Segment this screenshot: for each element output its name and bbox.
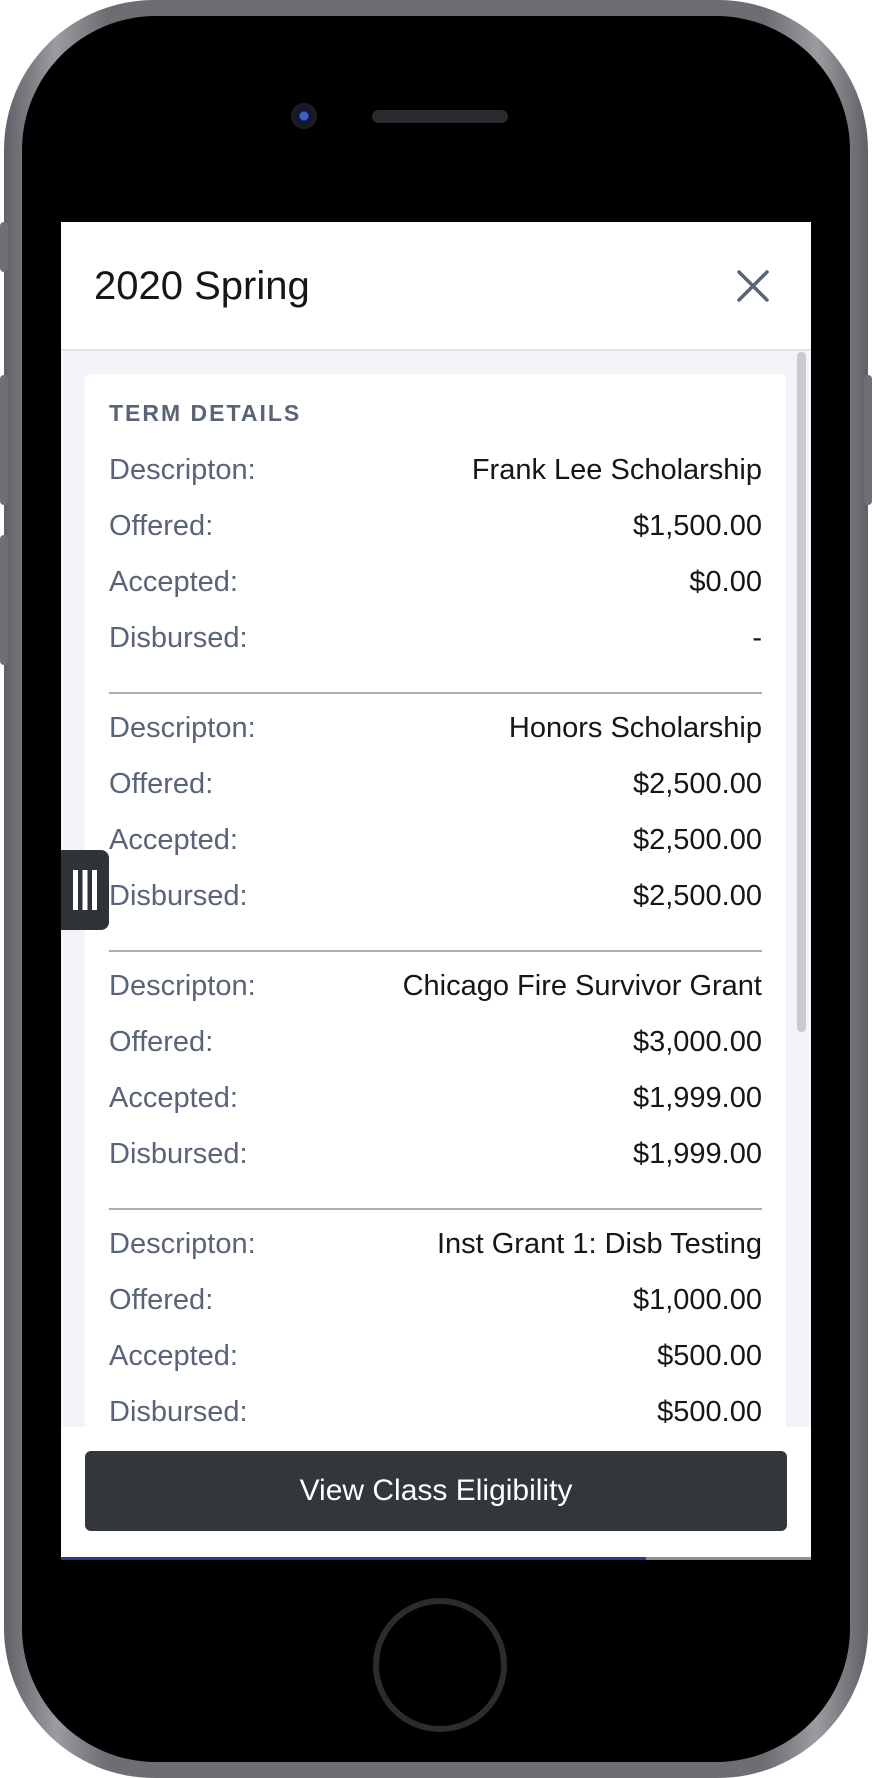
offered-label: Offered: bbox=[109, 1284, 214, 1316]
award-item: Descripton: Chicago Fire Survivor Grant … bbox=[109, 966, 762, 1190]
description-row: Descripton: Chicago Fire Survivor Grant bbox=[109, 966, 762, 1022]
description-row: Descripton: Frank Lee Scholarship bbox=[109, 450, 762, 506]
offered-row: Offered: $2,500.00 bbox=[109, 764, 762, 820]
volume-down-button bbox=[0, 535, 8, 665]
description-value: Frank Lee Scholarship bbox=[471, 454, 762, 486]
description-label: Descripton: bbox=[109, 712, 256, 744]
close-button[interactable] bbox=[731, 264, 775, 308]
modal-header: 2020 Spring bbox=[61, 222, 811, 351]
page-progress-fill bbox=[61, 1557, 646, 1560]
description-row: Descripton: Inst Grant 1: Disb Testing bbox=[109, 1224, 762, 1280]
accepted-value: $1,999.00 bbox=[632, 1082, 762, 1114]
accepted-row: Accepted: $500.00 bbox=[109, 1336, 762, 1392]
description-row: Descripton: Honors Scholarship bbox=[109, 708, 762, 764]
offered-row: Offered: $1,500.00 bbox=[109, 506, 762, 562]
disbursed-label: Disbursed: bbox=[109, 1138, 248, 1170]
disbursed-row: Disbursed: $2,500.00 bbox=[109, 876, 762, 932]
accepted-row: Accepted: $2,500.00 bbox=[109, 820, 762, 876]
description-value: Honors Scholarship bbox=[508, 712, 762, 744]
modal-title: 2020 Spring bbox=[94, 264, 310, 308]
disbursed-label: Disbursed: bbox=[109, 622, 248, 654]
modal-footer: View Class Eligibility bbox=[61, 1427, 811, 1560]
mute-switch bbox=[0, 222, 8, 272]
offered-value: $3,000.00 bbox=[632, 1026, 762, 1058]
offered-label: Offered: bbox=[109, 510, 214, 542]
term-details-card[interactable]: TERM DETAILS Descripton: Frank Lee Schol… bbox=[85, 374, 786, 1427]
offered-value: $1,500.00 bbox=[632, 510, 762, 542]
page-progress-bar bbox=[61, 1557, 811, 1560]
award-item: Descripton: Honors Scholarship Offered: … bbox=[109, 708, 762, 932]
volume-up-button bbox=[0, 375, 8, 505]
drawer-handle[interactable] bbox=[61, 850, 109, 930]
disbursed-value: - bbox=[752, 622, 762, 654]
award-item: Descripton: Frank Lee Scholarship Offere… bbox=[109, 450, 762, 674]
disbursed-value: $2,500.00 bbox=[632, 880, 762, 912]
award-divider bbox=[109, 1208, 762, 1210]
disbursed-row: Disbursed: $1,999.00 bbox=[109, 1134, 762, 1190]
section-title: TERM DETAILS bbox=[109, 400, 302, 426]
accepted-value: $2,500.00 bbox=[632, 824, 762, 856]
award-divider bbox=[109, 692, 762, 694]
accepted-label: Accepted: bbox=[109, 824, 238, 856]
disbursed-value: $500.00 bbox=[657, 1396, 762, 1427]
disbursed-value: $1,999.00 bbox=[632, 1138, 762, 1170]
accepted-value: $0.00 bbox=[689, 566, 762, 598]
scrollbar-thumb[interactable] bbox=[797, 352, 806, 1032]
accepted-label: Accepted: bbox=[109, 1082, 238, 1114]
award-divider bbox=[109, 950, 762, 952]
description-label: Descripton: bbox=[109, 454, 256, 486]
description-label: Descripton: bbox=[109, 1228, 256, 1260]
power-button bbox=[864, 375, 872, 505]
home-button[interactable] bbox=[373, 1598, 507, 1732]
description-value: Chicago Fire Survivor Grant bbox=[402, 970, 762, 1002]
accepted-label: Accepted: bbox=[109, 566, 238, 598]
app-screen: 2020 Spring TERM DETAILS Descripton: Fra… bbox=[61, 222, 811, 1560]
offered-value: $1,000.00 bbox=[632, 1284, 762, 1316]
accepted-value: $500.00 bbox=[657, 1340, 762, 1372]
description-value: Inst Grant 1: Disb Testing bbox=[436, 1228, 762, 1260]
front-camera bbox=[291, 103, 317, 129]
earpiece-speaker bbox=[372, 110, 508, 123]
drawer-handle-icon bbox=[73, 870, 97, 910]
description-label: Descripton: bbox=[109, 970, 256, 1002]
view-class-eligibility-button[interactable]: View Class Eligibility bbox=[85, 1451, 787, 1531]
disbursed-row: Disbursed: - bbox=[109, 618, 762, 674]
accepted-row: Accepted: $1,999.00 bbox=[109, 1078, 762, 1134]
offered-row: Offered: $3,000.00 bbox=[109, 1022, 762, 1078]
accepted-label: Accepted: bbox=[109, 1340, 238, 1372]
offered-label: Offered: bbox=[109, 768, 214, 800]
offered-label: Offered: bbox=[109, 1026, 214, 1058]
disbursed-row: Disbursed: $500.00 bbox=[109, 1392, 762, 1427]
offered-value: $2,500.00 bbox=[632, 768, 762, 800]
disbursed-label: Disbursed: bbox=[109, 1396, 248, 1427]
disbursed-label: Disbursed: bbox=[109, 880, 248, 912]
close-icon bbox=[737, 270, 769, 302]
accepted-row: Accepted: $0.00 bbox=[109, 562, 762, 618]
award-item: Descripton: Inst Grant 1: Disb Testing O… bbox=[109, 1224, 762, 1427]
offered-row: Offered: $1,000.00 bbox=[109, 1280, 762, 1336]
